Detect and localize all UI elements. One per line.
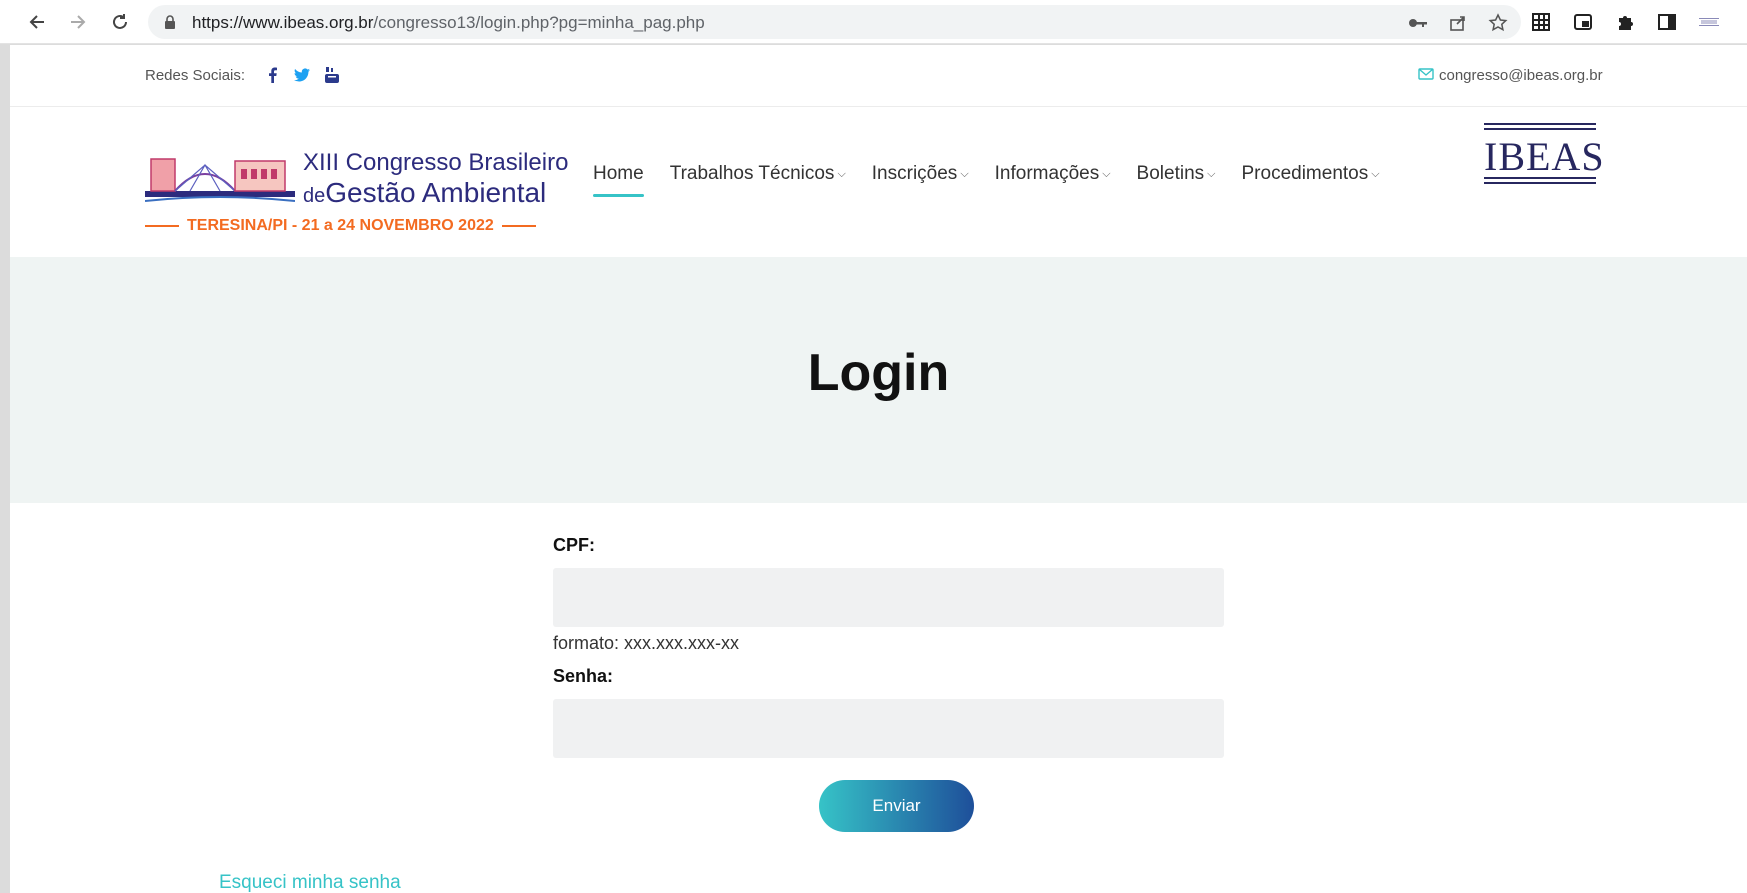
menu-item-procedimentos[interactable]: Procedimentos ⌵ (1242, 163, 1380, 197)
cpf-format-hint: formato: xxx.xxx.xxx-xx (553, 633, 740, 653)
congress-logo[interactable]: XIII Congresso Brasileiro deGestão Ambie… (145, 143, 568, 234)
twitter-icon[interactable] (294, 66, 310, 84)
menu-item-informacoes[interactable]: Informações ⌵ (995, 163, 1111, 197)
page-hero: Login (10, 257, 1747, 503)
site-header: XIII Congresso Brasileiro deGestão Ambie… (10, 107, 1747, 257)
chevron-down-icon: ⌵ (1102, 167, 1111, 180)
top-info-bar: Redes Sociais: congresso@ibeas.org.br (10, 45, 1747, 107)
chevron-down-icon: ⌵ (960, 167, 969, 180)
reload-icon[interactable] (106, 8, 134, 36)
picture-in-picture-icon[interactable] (1572, 11, 1594, 33)
cpf-input[interactable] (553, 568, 1224, 627)
chevron-down-icon: ⌵ (1207, 167, 1216, 180)
address-bar[interactable]: https://www.ibeas.org.br/congresso13/log… (148, 5, 1521, 39)
key-icon[interactable] (1407, 12, 1429, 34)
password-input[interactable] (553, 699, 1224, 758)
chevron-down-icon: ⌵ (1371, 167, 1380, 180)
social-label: Redes Sociais: (145, 67, 246, 84)
facebook-icon[interactable] (264, 66, 280, 84)
main-menu: Home Trabalhos Técnicos ⌵ Inscrições ⌵ Inf… (593, 163, 1380, 197)
star-icon[interactable] (1487, 12, 1509, 34)
submit-button[interactable]: Enviar (819, 780, 974, 832)
menu-item-trabalhos-tecnicos[interactable]: Trabalhos Técnicos ⌵ (670, 163, 846, 197)
login-form: CPF: formato: xxx.xxx.xxx-xx Senha: (553, 535, 1224, 758)
bridge-illustration (145, 158, 295, 202)
page-title: Login (807, 344, 950, 402)
page-viewport: Redes Sociais: congresso@ibeas.org.br XI… (10, 45, 1747, 893)
logo-subline: TERESINA/PI - 21 a 24 NOVEMBRO 2022 (187, 217, 494, 234)
youtube-icon[interactable] (324, 66, 340, 84)
logo-line-1: XIII Congresso Brasileiro (303, 149, 569, 176)
menu-item-home[interactable]: Home (593, 163, 644, 197)
contact-email[interactable]: congresso@ibeas.org.br (1418, 67, 1603, 84)
ibeas-logo[interactable]: IBEAS (1484, 123, 1604, 185)
cpf-label: CPF: (553, 535, 595, 555)
chevron-down-icon: ⌵ (837, 167, 846, 180)
password-label: Senha: (553, 666, 614, 686)
lock-icon (164, 15, 176, 34)
menu-item-inscricoes[interactable]: Inscrições ⌵ (872, 163, 969, 197)
back-icon[interactable] (24, 8, 52, 36)
email-text: congresso@ibeas.org.br (1439, 67, 1603, 84)
menu-item-boletins[interactable]: Boletins ⌵ (1137, 163, 1216, 197)
browser-toolbar: https://www.ibeas.org.br/congresso13/log… (0, 0, 1747, 44)
grid-extension-icon[interactable] (1530, 11, 1552, 33)
logo-line-2: deGestão Ambiental (303, 177, 547, 208)
ibeas-favicon[interactable] (1698, 11, 1720, 33)
url-text: https://www.ibeas.org.br/congresso13/log… (192, 13, 705, 32)
envelope-icon (1418, 67, 1434, 84)
share-icon[interactable] (1447, 12, 1469, 34)
forward-icon[interactable] (63, 8, 91, 36)
forgot-password-link[interactable]: Esqueci minha senha (219, 872, 401, 893)
side-panel-icon[interactable] (1656, 11, 1678, 33)
puzzle-icon[interactable] (1614, 11, 1636, 33)
